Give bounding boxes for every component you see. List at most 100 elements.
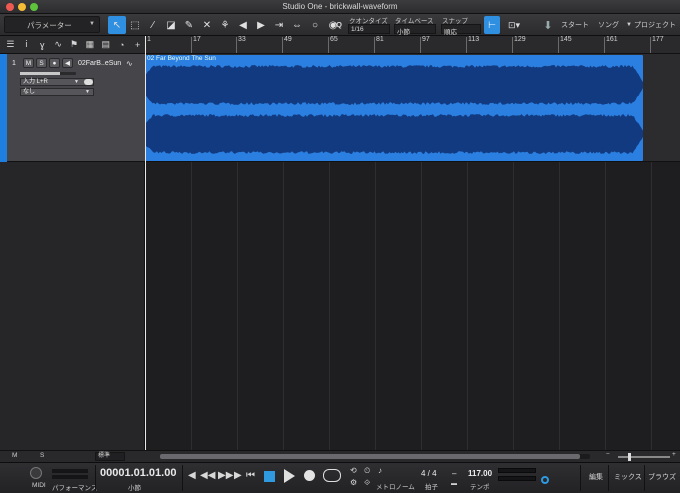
parameter-dropdown[interactable]: パラメーター ▼ [4,16,100,33]
record-button[interactable] [304,470,315,481]
volume-fader[interactable] [20,72,76,75]
return-to-zero-button[interactable]: ⏮ [246,470,255,481]
snap-options-button[interactable]: ⊡▾ [502,16,526,34]
metronome-settings-button[interactable]: ♪ [378,466,382,475]
horizontal-scrollbar[interactable] [160,454,590,459]
mute-all-button[interactable]: M [12,452,17,459]
playhead-cursor[interactable] [145,36,146,450]
arranger-button[interactable]: ▦ [82,38,97,52]
track-list-button[interactable]: ☰ [3,38,18,52]
solo-all-button[interactable]: S [40,452,44,459]
solo-button[interactable]: S [36,58,47,68]
snap-select[interactable]: 順応 [441,24,481,36]
master-volume-knob[interactable] [541,476,549,484]
browse-view-button[interactable]: ブラウズ [648,472,676,482]
zoom-slider-knob[interactable] [628,453,631,461]
track-header[interactable]: 1 M S ● ◀ 02FarB..eSun ∿ 入力 L+R ▼ なし ▼ [0,54,145,162]
track-lane[interactable]: 02 Far Beyond The Sun [145,54,680,162]
return-to-start-icon: ⏮ [246,470,255,481]
pencil-icon: ✎ [184,19,194,31]
plus-icon: + [134,39,141,50]
quantize-select[interactable]: 1/16 [348,24,390,34]
monitor-button[interactable]: ◀ [62,58,73,68]
ruler-mark: 65 [328,36,338,53]
time-signature-value[interactable]: 4 / 4 [421,469,437,478]
info-icon: ⅰ [25,39,28,49]
snap-toggle-button[interactable]: ⊢ [484,16,500,34]
listen-tool-button[interactable]: ◀ [234,16,252,34]
view-select[interactable]: 標準 [95,452,125,461]
song-button[interactable]: ソング [598,16,619,34]
tempo-dash: – [452,469,457,478]
midi-knob[interactable] [30,467,42,479]
chevron-down-icon: ▼ [85,89,90,95]
punch-button[interactable]: ⟲ [350,466,357,475]
arrange-view[interactable]: 02 Far Beyond The Sun [145,54,680,450]
paint-tool-button[interactable]: ✎ [180,16,198,34]
zoom-slider[interactable] [618,453,670,461]
transient-tool-button[interactable]: ⇥ [270,16,288,34]
list-icon: ☰ [6,39,15,49]
waveform-channel [145,65,643,105]
clock-icon: ◔ [118,39,125,50]
metronome-toggle[interactable]: ⏲ [364,466,370,476]
fast-forward-icon: ▶▶ [218,470,234,481]
output-select[interactable]: なし ▼ [20,88,94,96]
marker-tool-button[interactable]: ▶ [252,16,270,34]
envelope-icon: ∿ [54,39,62,49]
bend-icon: ⚘ [220,19,230,31]
arrow-tool-button[interactable]: ↖ [108,16,126,34]
audio-clip[interactable]: 02 Far Beyond The Sun [145,55,643,161]
global-tracks-button[interactable]: ▤ [98,38,113,52]
next-marker-button[interactable]: ▶ [234,470,242,481]
envelope-button[interactable]: ∿ [51,38,66,52]
knife-icon: ∕ [152,19,154,31]
tempo-menu-icon[interactable]: ▬ [451,481,457,487]
input-select[interactable]: 入力 L+R ▼ [20,78,94,86]
metronome-icon: ⏲ [364,466,371,475]
prev-marker-icon: ◀ [188,470,196,481]
prev-marker-button[interactable]: ◀ [188,470,196,481]
track-name[interactable]: 02FarB..eSun [78,60,121,67]
stop-button[interactable] [264,471,275,482]
zoom-tool-button[interactable]: ○ [306,16,324,34]
start-page-icon[interactable]: ⬇ [541,17,555,33]
inspector-button[interactable]: ⅰ [19,38,34,52]
add-track-button[interactable]: + [130,38,145,52]
track-header-column: 1 M S ● ◀ 02FarB..eSun ∿ 入力 L+R ▼ なし ▼ [0,54,145,450]
tempo-button[interactable]: ◔ [114,38,129,52]
input-toggle[interactable] [84,79,93,85]
settings-button[interactable]: ⚙ [350,478,357,487]
iq-button[interactable]: IQ [334,20,342,29]
timeline-ruler[interactable]: 1 17 33 49 65 81 97 113 129 145 161 177 [145,36,680,54]
edit-view-button[interactable]: 編集 [589,472,603,482]
automation-button[interactable]: ɣ [35,38,50,52]
zoom-out-icon[interactable]: − [606,451,610,458]
marker-track-button[interactable]: ⚑ [67,38,82,52]
mix-view-button[interactable]: ミックス [614,472,642,482]
horizontal-scroll-thumb[interactable] [160,454,580,459]
bounce-tool-button[interactable]: ⇔ [288,16,306,34]
main-toolbar: パラメーター ▼ ↖ ⬚ ∕ ◪ ✎ ✕ ⚘ ◀ ▶ ⇥ ⇔ ○ ◉ IQ クオ… [0,14,680,36]
bend-tool-button[interactable]: ⚘ [216,16,234,34]
clip-waveform [145,65,643,154]
range-tool-button[interactable]: ⬚ [126,16,144,34]
precount-button[interactable]: ⟐ [364,478,370,488]
zoom-in-icon[interactable]: + [672,451,676,458]
record-arm-button[interactable]: ● [49,58,60,68]
mute-button[interactable]: M [23,58,34,68]
fast-forward-button[interactable]: ▶▶ [218,470,233,481]
window-title: Studio One - brickwall-waveform [282,2,398,11]
rewind-button[interactable]: ◀◀ [200,470,215,481]
play-button[interactable] [284,469,295,483]
eraser-tool-button[interactable]: ◪ [162,16,180,34]
project-button[interactable]: ▼ プロジェクト [626,16,676,34]
time-display[interactable]: 00001.01.01.00 [100,467,176,479]
timebase-select[interactable]: 小節 [394,24,436,36]
mute-tool-button[interactable]: ✕ [198,16,216,34]
tempo-value[interactable]: 117.00 [468,469,492,478]
loop-button[interactable] [323,469,341,482]
start-button[interactable]: スタート [561,16,589,34]
ruler-mark: 161 [604,36,618,53]
split-tool-button[interactable]: ∕ [144,16,162,34]
